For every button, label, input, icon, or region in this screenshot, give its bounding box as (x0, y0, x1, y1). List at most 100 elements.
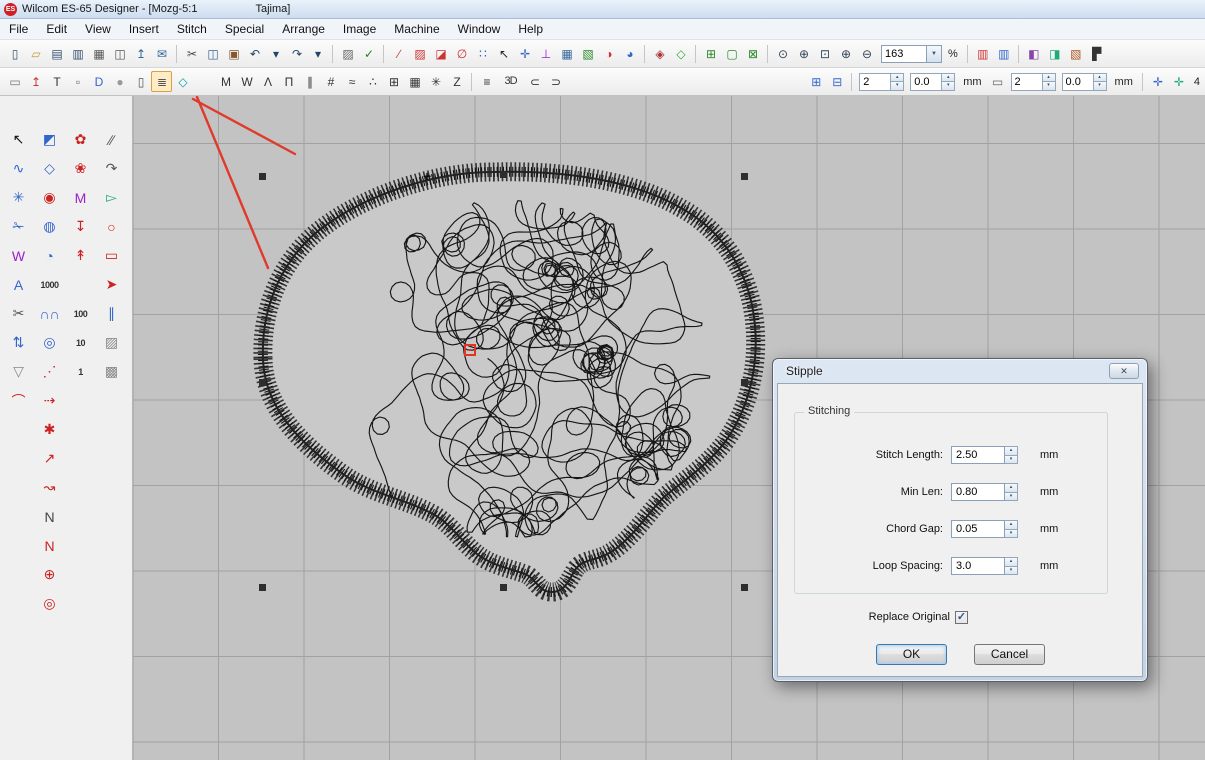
save-all-button[interactable]: ▥ (67, 43, 88, 64)
world-view-tool[interactable]: ◔ (36, 242, 63, 269)
freehand-select-tool[interactable]: ∿ (5, 155, 32, 182)
grid-x-spin-input[interactable] (910, 73, 942, 91)
arc-digitize-tool[interactable]: ↷ (98, 155, 125, 182)
save-design-button[interactable]: ▤ (46, 43, 67, 64)
digitize-closed-button[interactable]: ◨ (1044, 43, 1065, 64)
loop-spacing-input[interactable] (951, 557, 1005, 575)
selection-handle-bottom-right[interactable] (741, 584, 748, 591)
grid-reference-button[interactable]: ⊟ (826, 71, 847, 92)
grid-y-spin[interactable]: ▴▾ (1062, 73, 1107, 91)
motif-boot-tool[interactable]: ➤ (98, 271, 125, 298)
grid-minor-spin-down-icon[interactable]: ▾ (1043, 82, 1056, 91)
menu-edit[interactable]: Edit (37, 19, 76, 39)
thread-colors-button[interactable]: ◑ (598, 43, 619, 64)
stipple-fill-button[interactable]: ≣ (151, 71, 172, 92)
redwork-tool-button[interactable]: ▥ (972, 43, 993, 64)
pattern-stamp-tool[interactable]: ❀ (67, 155, 94, 182)
paste-button[interactable]: ▣ (223, 43, 244, 64)
zoom-in-button[interactable]: ⊕ (835, 43, 856, 64)
measure-tool-button[interactable]: ✛ (1168, 71, 1189, 92)
selection-handle-top-right[interactable] (741, 173, 748, 180)
stitch-length-input[interactable] (951, 446, 1005, 464)
grid-x-spin[interactable]: ▴▾ (910, 73, 955, 91)
process-design-button[interactable]: ✓ (358, 43, 379, 64)
dialog-close-button[interactable]: ✕ (1109, 363, 1139, 379)
length-1000-tool[interactable]: 1000 (36, 271, 63, 298)
polygon-select-tool[interactable]: ✳ (5, 184, 32, 211)
selection-handle-bottom-center[interactable] (500, 584, 507, 591)
stemstitch-tool-tool[interactable]: ↝ (36, 474, 63, 501)
length-10-tool[interactable]: 10 (67, 329, 94, 356)
cut-button[interactable]: ✂ (181, 43, 202, 64)
outline-view-button[interactable]: ▯ (130, 71, 151, 92)
show-hoop-button[interactable]: ▢ (721, 43, 742, 64)
reshape-views-tool[interactable]: ◇ (36, 155, 63, 182)
fill-hash-button[interactable]: # (320, 71, 341, 92)
grid-minor-spin-input[interactable] (1011, 73, 1043, 91)
stipple-start-marker[interactable] (464, 344, 476, 356)
show-rulers-button[interactable]: ⊠ (742, 43, 763, 64)
fill-wave-button[interactable]: ≈ (341, 71, 362, 92)
zigzag-line-red-tool[interactable]: N (36, 532, 63, 559)
open-design-button[interactable]: ▱ (25, 43, 46, 64)
zoom-find-button[interactable]: ⊙ (772, 43, 793, 64)
ellipse-tool-tool[interactable]: ○ (98, 213, 125, 240)
select-pointer-button[interactable]: ↖ (493, 43, 514, 64)
loop-spacing-down-icon[interactable]: ▾ (1005, 567, 1018, 576)
grid-minor-spin-up-icon[interactable]: ▴ (1043, 73, 1056, 83)
zoom-combo[interactable]: ▼ (881, 45, 942, 63)
menu-help[interactable]: Help (509, 19, 552, 39)
backstitch-tool-tool[interactable]: ↗ (36, 445, 63, 472)
stitch-length-up-icon[interactable]: ▴ (1005, 446, 1018, 456)
flag-tool-tool[interactable]: ▻ (98, 184, 125, 211)
motif-run-tool[interactable]: M (67, 184, 94, 211)
min-len-up-icon[interactable]: ▴ (1005, 483, 1018, 493)
effect-3d-button[interactable]: 3D (497, 71, 524, 92)
grid-minor-spin[interactable]: ▴▾ (1011, 73, 1056, 91)
design-view-button[interactable]: D (88, 71, 109, 92)
show-picture-button[interactable]: ▭ (4, 71, 25, 92)
zoom-out-button[interactable]: ⊖ (856, 43, 877, 64)
show-grid-button[interactable]: ⊞ (700, 43, 721, 64)
dialog-title-bar[interactable]: Stipple (773, 359, 1147, 383)
dotted-outline-button[interactable]: ∷ (472, 43, 493, 64)
lettering-tool-tool[interactable]: A (5, 271, 32, 298)
fill-tatami-button[interactable]: ▦ (404, 71, 425, 92)
grid-x-spin-down-icon[interactable]: ▾ (942, 82, 955, 91)
pan-tool-button[interactable]: ✛ (1147, 71, 1168, 92)
satin-zigzag-button[interactable]: M (215, 71, 236, 92)
reshape-object-tool[interactable]: ◩ (36, 126, 63, 153)
length-100-tool[interactable]: 100 (67, 300, 94, 327)
grid-major-spin-up-icon[interactable]: ▴ (891, 73, 904, 83)
density-chart-button[interactable]: ▧ (577, 43, 598, 64)
digitize-area-button[interactable]: ▛ (1086, 43, 1107, 64)
texture-a-tool[interactable]: ▨ (98, 329, 125, 356)
length-1-tool[interactable]: 1 (67, 358, 94, 385)
menu-special[interactable]: Special (216, 19, 273, 39)
stitch-player-button[interactable]: ▨ (337, 43, 358, 64)
dash-style-button[interactable]: ▭ (987, 71, 1008, 92)
grid-y-spin-up-icon[interactable]: ▴ (1094, 73, 1107, 83)
rectangle-tool-tool[interactable]: ▭ (98, 242, 125, 269)
selection-handle-mid-left[interactable] (259, 379, 266, 386)
knife-tool-tool[interactable]: ✁ (5, 213, 32, 240)
fill-motif-button[interactable]: ✳ (425, 71, 446, 92)
chord-gap-up-icon[interactable]: ▴ (1005, 520, 1018, 530)
grid-y-spin-down-icon[interactable]: ▾ (1094, 82, 1107, 91)
triple-needle-tool[interactable]: ↟ (67, 242, 94, 269)
bluework-tool-button[interactable]: ▥ (993, 43, 1014, 64)
zoom-dropdown-icon[interactable]: ▼ (927, 45, 942, 63)
grid-y-spin-input[interactable] (1062, 73, 1094, 91)
mirror-tool-tool[interactable]: ⇅ (5, 329, 32, 356)
curve-right-button[interactable]: ⊃ (545, 71, 566, 92)
washer-tool-tool[interactable]: ◎ (36, 329, 63, 356)
menu-window[interactable]: Window (449, 19, 510, 39)
menu-stitch[interactable]: Stitch (168, 19, 216, 39)
zoom-input[interactable] (881, 45, 927, 63)
needle-points-button[interactable]: ↥ (25, 71, 46, 92)
zoom-tool-button[interactable]: ⊕ (793, 43, 814, 64)
single-needle-tool[interactable]: ↧ (67, 213, 94, 240)
menu-machine[interactable]: Machine (385, 19, 448, 39)
sequin-run-tool[interactable]: ⋰ (36, 358, 63, 385)
menu-file[interactable]: File (0, 19, 37, 39)
